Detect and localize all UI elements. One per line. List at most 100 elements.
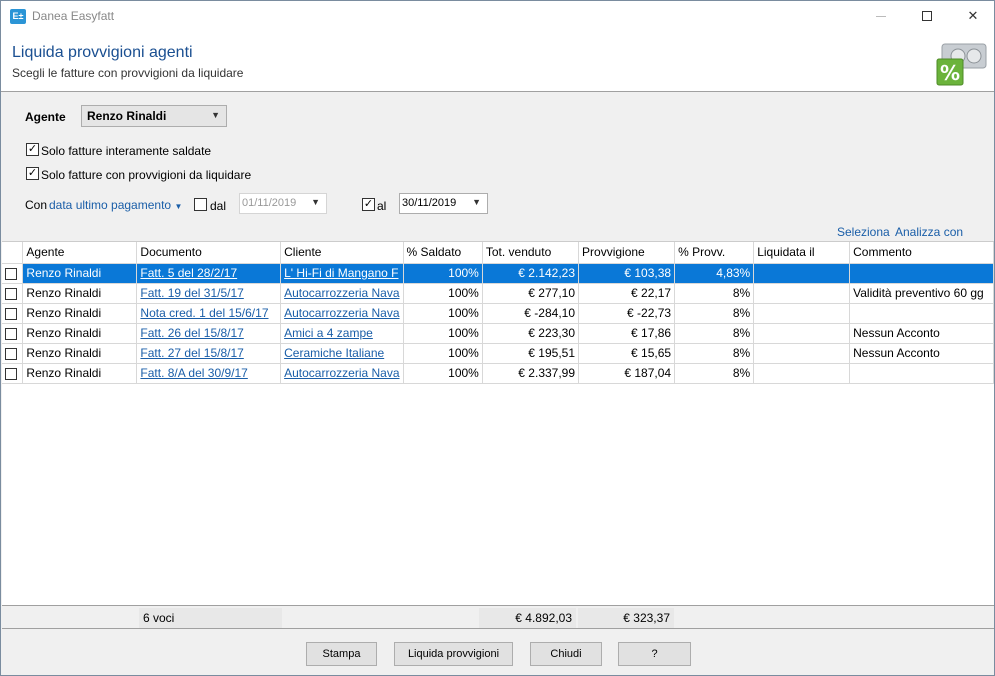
row-select-cell [2,303,24,324]
table-header-row: Agente Documento Cliente % Saldato Tot. … [2,242,994,264]
cell-documento[interactable]: Fatt. 5 del 28/2/17 [136,263,282,284]
cell-documento[interactable]: Nota cred. 1 del 15/6/17 [136,303,282,324]
seleziona-link[interactable]: Seleziona [837,225,890,239]
cell-perc-provv: 4,83% [674,263,755,284]
column-header-select[interactable] [2,242,24,264]
cell-agente: Renzo Rinaldi [22,343,138,364]
commissions-grid: Agente Documento Cliente % Saldato Tot. … [2,241,994,629]
cell-liquidata [753,303,851,324]
cell-commento: Validità preventivo 60 gg [849,283,994,304]
chiudi-button[interactable]: Chiudi [530,642,602,666]
dal-date-value: 01/11/2019 [242,197,297,209]
totals-row: 6 voci € 4.892,03 € 323,37 [2,605,994,629]
cell-venduto: € 2.142,23 [482,263,580,284]
app-title: Danea Easyfatt [32,9,115,23]
row-checkbox[interactable] [5,287,17,300]
cell-documento[interactable]: Fatt. 19 del 31/5/17 [136,283,282,304]
row-select-cell [2,343,24,364]
app-window: E± Danea Easyfatt ✕ Liquida provvigioni … [0,0,995,676]
agent-label: Agente [25,110,66,124]
table-row[interactable]: Renzo Rinaldi Fatt. 19 del 31/5/17 Autocar… [2,283,994,304]
cell-cliente[interactable]: Autocarrozzeria Nava [280,283,404,304]
cell-cliente[interactable]: Autocarrozzeria Nava [280,363,404,384]
cell-provvigione: € 103,38 [578,263,676,284]
date-mode-dropdown[interactable]: data ultimo pagamento ▼ [49,198,182,212]
close-button[interactable]: ✕ [950,1,995,31]
cell-commento [849,363,994,384]
column-header-cliente[interactable]: Cliente [280,242,404,264]
calendar-dropdown-icon: ▼ [311,197,320,207]
chevron-down-icon: ▼ [211,110,220,120]
cell-cliente[interactable]: L' Hi-Fi di Mangano F [280,263,404,284]
svg-text:%: % [940,61,960,85]
dal-checkbox[interactable] [194,198,207,211]
app-icon: E± [10,9,26,24]
row-checkbox[interactable] [5,367,17,380]
cell-documento[interactable]: Fatt. 8/A del 30/9/17 [136,363,282,384]
cell-documento[interactable]: Fatt. 27 del 15/8/17 [136,343,282,364]
cell-commento: Nessun Acconto [849,323,994,344]
row-select-cell [2,323,24,344]
liquida-provvigioni-button[interactable]: Liquida provvigioni [394,642,513,666]
cell-commento: Nessun Acconto [849,343,994,364]
commissions-table: Agente Documento Cliente % Saldato Tot. … [2,242,994,384]
row-checkbox[interactable] [5,307,17,320]
cell-provvigione: € 15,65 [578,343,676,364]
close-icon: ✕ [967,8,979,23]
column-header-saldato[interactable]: % Saldato [403,242,483,264]
column-header-provvigione[interactable]: Provvigione [578,242,676,264]
row-checkbox[interactable] [5,267,17,280]
cell-saldato: 100% [403,263,483,284]
cell-cliente[interactable]: Autocarrozzeria Nava [280,303,404,324]
cell-provvigione: € 22,17 [578,283,676,304]
dal-date-field[interactable]: 01/11/2019 ▼ [239,193,327,214]
column-header-liquidata[interactable]: Liquidata il [753,242,851,264]
table-row[interactable]: Renzo Rinaldi Fatt. 27 del 15/8/17 Ceramic… [2,343,994,364]
cell-provvigione: € 17,86 [578,323,676,344]
cell-perc-provv: 8% [674,323,755,344]
cell-agente: Renzo Rinaldi [22,363,138,384]
cell-saldato: 100% [403,323,483,344]
column-header-venduto[interactable]: Tot. venduto [482,242,580,264]
only-paid-checkbox[interactable]: ✓ [26,143,39,156]
cell-agente: Renzo Rinaldi [22,263,138,284]
agent-select[interactable]: Renzo Rinaldi ▼ [81,105,227,127]
cell-commento [849,303,994,324]
cell-liquidata [753,343,851,364]
table-row[interactable]: Renzo Rinaldi Fatt. 5 del 28/2/17 L' Hi-Fi… [2,263,994,284]
row-select-cell [2,263,24,284]
row-checkbox[interactable] [5,327,17,340]
column-header-perc-provv[interactable]: % Provv. [674,242,755,264]
stampa-button[interactable]: Stampa [306,642,377,666]
al-date-field[interactable]: 30/11/2019 ▼ [399,193,488,214]
minimize-button[interactable] [858,1,904,31]
al-checkbox[interactable]: ✓ [362,198,375,211]
table-row[interactable]: Renzo Rinaldi Nota cred. 1 del 15/6/17 Aut… [2,303,994,324]
cell-perc-provv: 8% [674,363,755,384]
date-mode-value: data ultimo pagamento [49,198,172,212]
cell-liquidata [753,263,851,284]
page-title: Liquida provvigioni agenti [12,44,193,61]
cell-cliente[interactable]: Amici a 4 zampe [280,323,404,344]
column-header-commento[interactable]: Commento [849,242,994,264]
al-date-value: 30/11/2019 [402,197,457,209]
cell-perc-provv: 8% [674,343,755,364]
only-commission-checkbox[interactable]: ✓ [26,167,39,180]
cell-provvigione: € 187,04 [578,363,676,384]
column-header-agente[interactable]: Agente [22,242,138,264]
row-select-cell [2,363,24,384]
cell-cliente[interactable]: Ceramiche Italiane [280,343,404,364]
cell-documento[interactable]: Fatt. 26 del 15/8/17 [136,323,282,344]
table-row[interactable]: Renzo Rinaldi Fatt. 26 del 15/8/17 Amici a… [2,323,994,344]
dialog-header: Liquida provvigioni agenti Scegli le fat… [1,31,994,92]
row-checkbox[interactable] [5,347,17,360]
table-row[interactable]: Renzo Rinaldi Fatt. 8/A del 30/9/17 Autoca… [2,363,994,384]
cell-venduto: € 277,10 [482,283,580,304]
cell-venduto: € 2.337,99 [482,363,580,384]
help-button[interactable]: ? [618,642,691,666]
cell-liquidata [753,363,851,384]
maximize-button[interactable] [904,1,950,31]
maximize-icon [922,11,932,21]
row-select-cell [2,283,24,304]
column-header-documento[interactable]: Documento [136,242,282,264]
